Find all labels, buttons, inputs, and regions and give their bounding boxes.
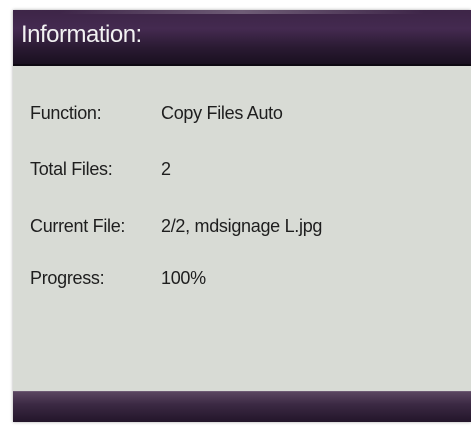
current-file-label: Current File: — [30, 216, 126, 236]
total-files-row: Total Files: 2 — [13, 155, 471, 185]
current-file-row: Current File: 2/2, mdsignage L.jpg — [13, 212, 471, 242]
total-files-label: Total Files: — [30, 159, 113, 179]
dialog-title-bar: Information: — [13, 10, 471, 66]
information-dialog: Information: Function: Copy Files Auto T… — [13, 10, 471, 422]
function-row: Function: Copy Files Auto — [13, 99, 471, 129]
progress-row: Progress: 100% — [13, 264, 471, 294]
dialog-title: Information: — [21, 21, 142, 48]
dialog-footer-bar — [13, 391, 471, 422]
progress-label: Progress: — [30, 268, 105, 288]
current-file-value: 2/2, mdsignage L.jpg — [161, 216, 323, 236]
progress-value: 100% — [161, 268, 206, 288]
total-files-value: 2 — [161, 159, 171, 179]
function-value: Copy Files Auto — [161, 103, 283, 123]
function-label: Function: — [30, 103, 102, 123]
